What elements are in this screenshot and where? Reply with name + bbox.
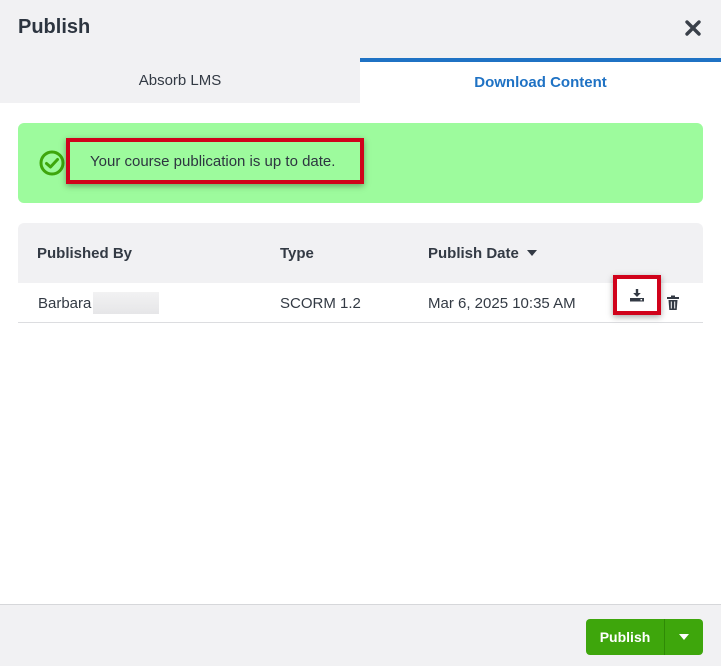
- column-published-by: Published By: [37, 223, 132, 283]
- dialog-footer: Publish: [0, 604, 721, 666]
- cell-type: SCORM 1.2: [280, 294, 361, 312]
- publisher-name: Barbara: [38, 294, 92, 312]
- alert-message: Your course publication is up to date.: [90, 152, 336, 170]
- column-type-label: Type: [280, 244, 314, 262]
- download-button[interactable]: [613, 275, 661, 315]
- tab-bar: Absorb LMS Download Content: [0, 58, 721, 103]
- column-publish-date-label: Publish Date: [428, 244, 519, 262]
- cell-publish-date: Mar 6, 2025 10:35 AM: [428, 294, 576, 312]
- redacted-surname: [93, 292, 160, 314]
- table-header: Published By Type Publish Date: [18, 223, 703, 283]
- caret-down-icon: [679, 634, 689, 640]
- download-icon: [630, 289, 644, 302]
- dialog-header: Publish: [0, 0, 721, 58]
- table-row: Barbara SCORM 1.2 Mar 6, 2025 10:35 AM: [18, 275, 703, 323]
- column-published-by-label: Published By: [37, 244, 133, 262]
- caret-down-icon: [526, 250, 537, 256]
- close-icon[interactable]: [682, 17, 704, 39]
- publications-table: Published By Type Publish Date Barbara S…: [18, 223, 703, 323]
- column-publish-date[interactable]: Publish Date: [428, 223, 537, 283]
- trash-icon[interactable]: [666, 295, 680, 311]
- publish-split-button: Publish: [586, 619, 703, 655]
- alert-highlight: Your course publication is up to date.: [66, 138, 364, 184]
- success-alert: Your course publication is up to date.: [18, 123, 703, 203]
- check-circle-icon: [39, 150, 65, 176]
- publish-options-button[interactable]: [665, 619, 703, 655]
- tab-download-content[interactable]: Download Content: [360, 58, 721, 103]
- column-type: Type: [280, 223, 314, 283]
- publish-button[interactable]: Publish: [586, 619, 665, 655]
- cell-published-by: Barbara: [38, 283, 160, 323]
- tab-absorb-lms[interactable]: Absorb LMS: [0, 58, 360, 103]
- dialog-title: Publish: [18, 16, 91, 38]
